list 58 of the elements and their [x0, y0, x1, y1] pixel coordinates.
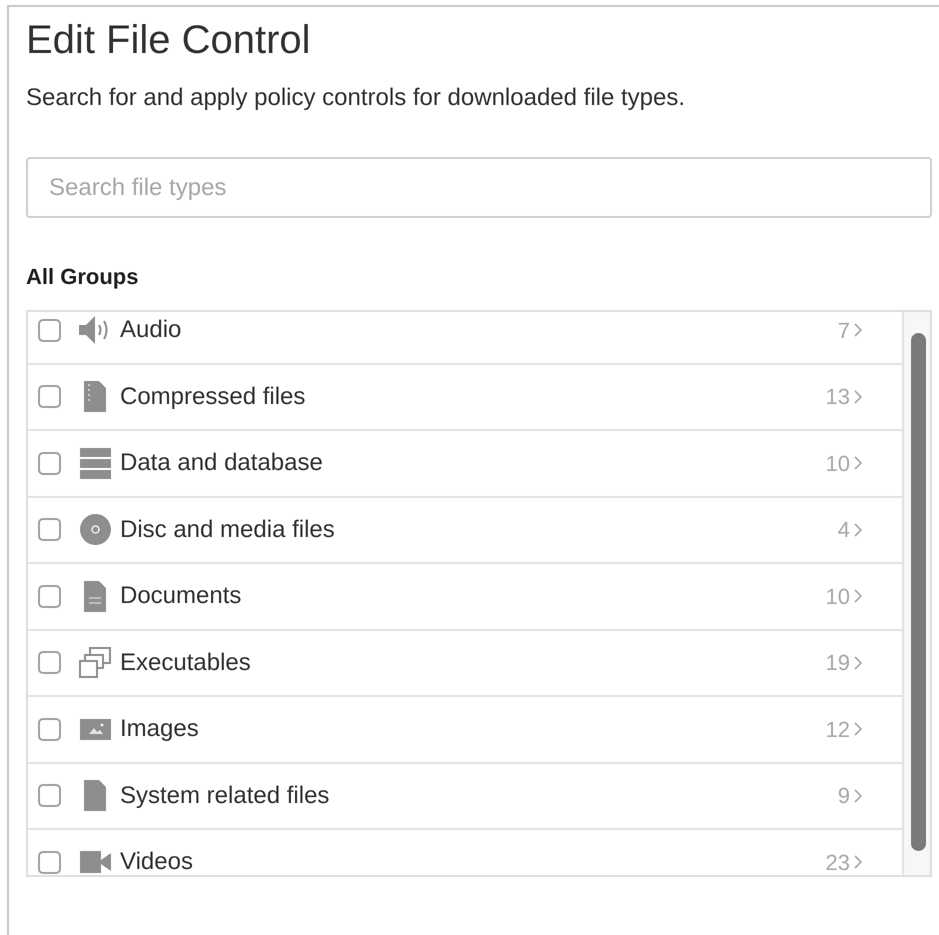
group-row[interactable]: Executables 19	[28, 630, 902, 697]
chevron-right-icon	[854, 456, 862, 470]
group-row[interactable]: Compressed files 13	[28, 364, 902, 431]
chevron-right-icon	[854, 323, 862, 338]
section-heading: All Groups	[26, 266, 140, 288]
item-count: 23	[826, 848, 850, 875]
chevron-right-icon	[854, 522, 862, 537]
item-count: 12	[826, 716, 850, 744]
disc-icon	[80, 514, 110, 546]
group-label: Audio	[120, 315, 182, 346]
item-count: 19	[826, 649, 850, 678]
description-text: Search for and apply policy controls for downloaded file types.	[26, 83, 686, 113]
chevron-right-icon	[854, 722, 862, 736]
group-label: Executables	[120, 648, 252, 678]
dialog-title: Edit File Control	[26, 20, 312, 60]
database-icon	[80, 448, 110, 479]
group-label: System related files	[120, 780, 330, 811]
item-count: 7	[838, 316, 850, 345]
group-label: Compressed files	[120, 382, 306, 412]
checkbox[interactable]	[38, 385, 61, 408]
zip-file-icon	[84, 381, 106, 412]
group-label: Disc and media files	[120, 514, 336, 545]
group-label: Data and database	[120, 448, 324, 478]
item-count: 10	[826, 582, 850, 611]
item-count: 10	[826, 450, 850, 478]
group-row[interactable]: System related files 9	[28, 764, 902, 830]
checkbox[interactable]	[38, 518, 61, 542]
group-row[interactable]: Audio 7	[28, 312, 902, 364]
checkbox[interactable]	[38, 651, 61, 674]
item-count: 4	[838, 516, 850, 544]
chevron-right-icon	[854, 656, 862, 670]
file-icon	[84, 780, 106, 812]
group-row[interactable]: Documents 10	[28, 564, 902, 630]
checkbox[interactable]	[38, 452, 61, 475]
search-field[interactable]: Search file types	[26, 157, 932, 218]
checkbox[interactable]	[38, 318, 61, 342]
scrollbar-thumb[interactable]	[911, 333, 926, 851]
checkbox[interactable]	[38, 584, 61, 608]
item-count: 13	[826, 383, 850, 412]
group-row[interactable]: Disc and media files 4	[28, 498, 902, 564]
image-icon	[80, 718, 110, 740]
chevron-right-icon	[854, 589, 862, 604]
group-label: Images	[120, 714, 200, 744]
video-camera-icon	[80, 851, 110, 874]
group-label: Documents	[120, 581, 242, 612]
document-icon	[84, 580, 106, 612]
checkbox[interactable]	[38, 718, 61, 741]
chevron-right-icon	[854, 788, 862, 803]
checkbox[interactable]	[38, 784, 61, 808]
item-count: 9	[838, 782, 850, 810]
group-row[interactable]: Videos 23	[28, 830, 902, 875]
chevron-right-icon	[854, 390, 862, 404]
checkbox[interactable]	[38, 850, 61, 874]
group-row[interactable]: Data and database 10	[28, 431, 902, 498]
stacked-windows-icon	[79, 647, 111, 678]
chevron-right-icon	[854, 855, 862, 870]
group-label: Videos	[120, 847, 194, 875]
group-row[interactable]: Images 12	[28, 697, 902, 764]
